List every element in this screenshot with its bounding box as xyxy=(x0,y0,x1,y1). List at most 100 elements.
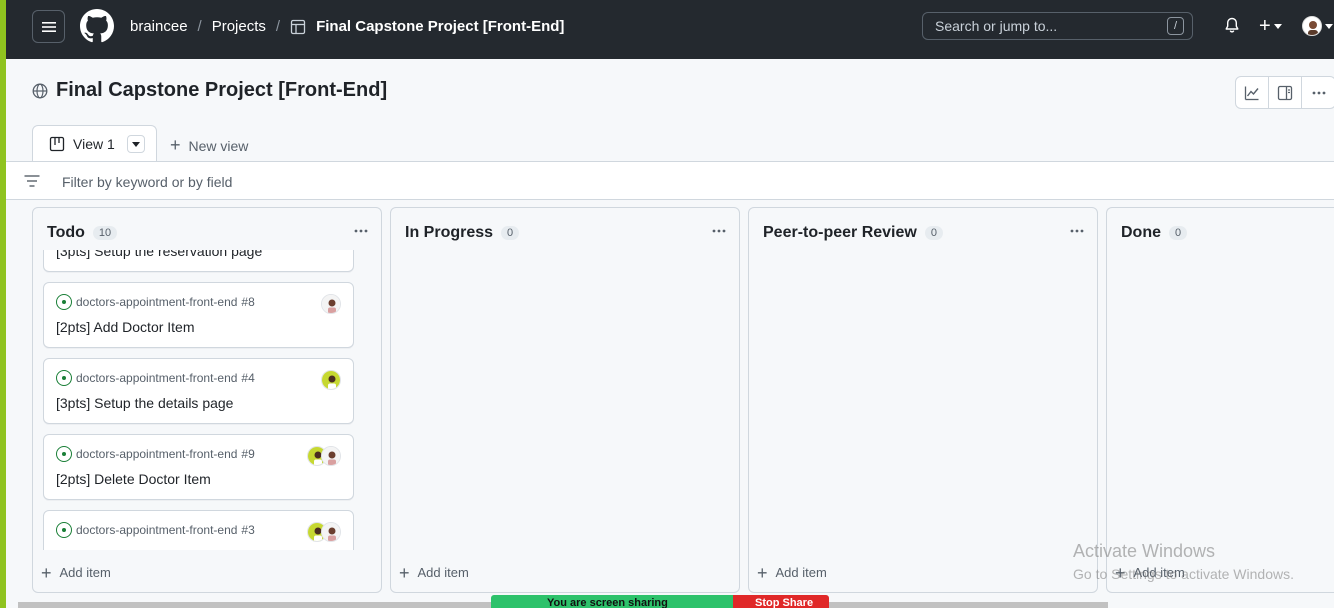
card-meta: doctors-appointment-front-end #8 xyxy=(56,294,255,310)
plus-icon: + xyxy=(1259,15,1271,37)
column-done: Done 0 + Add item xyxy=(1106,207,1334,593)
project-actions xyxy=(1235,76,1334,109)
globe-icon xyxy=(32,83,48,99)
insights-button[interactable] xyxy=(1236,77,1269,108)
insights-icon xyxy=(1244,86,1259,100)
bell-icon[interactable] xyxy=(1224,17,1240,34)
board-icon xyxy=(49,136,65,152)
column-title: In Progress xyxy=(405,224,494,241)
stop-share-button[interactable]: Stop Share xyxy=(733,595,829,608)
kebab-icon xyxy=(1070,229,1084,233)
issue-opened-icon xyxy=(56,446,72,462)
card-repo: doctors-appointment-front-end xyxy=(76,295,238,309)
column-title: Todo xyxy=(47,224,85,241)
create-new-button[interactable]: + xyxy=(1259,15,1282,38)
column-title: Peer-to-peer Review xyxy=(763,224,917,241)
card-assignees xyxy=(307,522,341,542)
breadcrumb-separator: / xyxy=(197,18,202,35)
avatar[interactable] xyxy=(321,294,341,314)
card-meta: doctors-appointment-front-end #9 xyxy=(56,446,255,462)
avatar[interactable] xyxy=(321,370,341,390)
column-count: 0 xyxy=(501,226,520,240)
chevron-down-icon xyxy=(1273,24,1282,29)
add-item-label: Add item xyxy=(417,565,469,580)
plus-icon: + xyxy=(757,562,768,583)
breadcrumb: braincee / Projects / Final Capstone Pro… xyxy=(130,18,564,35)
card-number: #8 xyxy=(241,295,255,309)
page-title: Final Capstone Project [Front-End] xyxy=(56,79,388,101)
activation-watermark-title: Activate Windows xyxy=(1073,541,1216,561)
add-item-button[interactable]: + Add item xyxy=(399,562,469,583)
card-item[interactable]: [3pts] Setup the reservation page xyxy=(43,250,354,272)
user-avatar[interactable] xyxy=(1302,16,1322,36)
card-item[interactable]: doctors-appointment-front-end #9 [2pts] … xyxy=(43,434,354,500)
hamburger-menu-button[interactable] xyxy=(32,10,65,43)
add-item-button[interactable]: + Add item xyxy=(757,562,827,583)
plus-icon: + xyxy=(41,562,52,583)
side-panel-button[interactable] xyxy=(1269,77,1302,108)
kebab-icon xyxy=(354,229,368,233)
global-header: braincee / Projects / Final Capstone Pro… xyxy=(6,0,1334,59)
breadcrumb-separator: / xyxy=(275,18,281,35)
issue-opened-icon xyxy=(56,294,72,310)
breadcrumb-project[interactable]: Final Capstone Project [Front-End] xyxy=(316,18,564,35)
breadcrumb-projects[interactable]: Projects xyxy=(212,18,266,35)
activation-watermark-text: Go to Settings to activate Windows. xyxy=(1073,566,1294,582)
stop-share-label: Stop Share xyxy=(755,597,814,608)
column-count: 0 xyxy=(924,226,943,240)
tab-view-1[interactable]: View 1 xyxy=(32,125,157,162)
column-header: Done 0 xyxy=(1121,224,1188,242)
column-todo: Todo 10 [3pts] Setup the reservation pag… xyxy=(32,207,407,593)
card-item[interactable]: doctors-appointment-front-end #3 xyxy=(43,510,354,550)
chevron-down-icon xyxy=(131,141,140,147)
column-menu-button[interactable] xyxy=(1069,224,1085,235)
add-item-label: Add item xyxy=(59,565,111,580)
add-item-button[interactable]: + Add item xyxy=(41,562,111,583)
issue-opened-icon xyxy=(56,522,72,538)
window-edge xyxy=(0,0,6,608)
card-item[interactable]: doctors-appointment-front-end #4 [3pts] … xyxy=(43,358,354,424)
chevron-down-icon xyxy=(1325,24,1333,29)
more-options-button[interactable] xyxy=(1302,77,1334,108)
column-count: 0 xyxy=(1169,226,1188,240)
plus-icon: + xyxy=(170,135,181,155)
screen-share-banner: You are screen sharing xyxy=(491,595,734,608)
card-assignees xyxy=(321,370,341,390)
search-input[interactable]: Search or jump to... / xyxy=(922,12,1193,40)
view-options-dropdown[interactable] xyxy=(126,135,145,153)
search-shortcut-badge: / xyxy=(1167,17,1184,35)
card-meta: doctors-appointment-front-end #4 xyxy=(56,370,255,386)
card-repo: doctors-appointment-front-end xyxy=(76,523,238,537)
card-assignees xyxy=(307,446,341,466)
table-icon xyxy=(290,19,306,34)
avatar[interactable] xyxy=(321,522,341,542)
card-number: #4 xyxy=(241,371,255,385)
avatar[interactable] xyxy=(321,446,341,466)
filter-icon xyxy=(24,175,40,187)
card-title[interactable]: [3pts] Setup the details page xyxy=(56,395,233,411)
issue-opened-icon xyxy=(56,370,72,386)
github-logo-icon[interactable] xyxy=(80,9,114,43)
card-repo: doctors-appointment-front-end xyxy=(76,371,238,385)
column-menu-button[interactable] xyxy=(353,224,369,235)
plus-icon: + xyxy=(399,562,410,583)
card-number: #3 xyxy=(241,523,255,537)
filter-input[interactable]: Filter by keyword or by field xyxy=(62,174,232,190)
hamburger-icon xyxy=(41,21,56,32)
column-title: Done xyxy=(1121,224,1161,241)
add-item-label: Add item xyxy=(775,565,827,580)
card-item[interactable]: doctors-appointment-front-end #8 [2pts] … xyxy=(43,282,354,348)
new-view-button[interactable]: + New view xyxy=(170,135,248,156)
filter-bar: Filter by keyword or by field xyxy=(6,162,1334,200)
column-menu-button[interactable] xyxy=(711,224,727,235)
search-placeholder: Search or jump to... xyxy=(935,18,1058,34)
card-title[interactable]: [2pts] Delete Doctor Item xyxy=(56,471,211,487)
column-peer-review: Peer-to-peer Review 0 + Add item xyxy=(748,207,1098,593)
tab-label: View 1 xyxy=(73,136,115,152)
card-title[interactable]: [2pts] Add Doctor Item xyxy=(56,319,195,335)
card-meta: doctors-appointment-front-end #3 xyxy=(56,522,255,538)
card-number: #9 xyxy=(241,447,255,461)
card-title[interactable]: [3pts] Setup the reservation page xyxy=(56,250,262,259)
project-header: Final Capstone Project [Front-End] View … xyxy=(6,59,1334,162)
breadcrumb-owner[interactable]: braincee xyxy=(130,18,188,35)
